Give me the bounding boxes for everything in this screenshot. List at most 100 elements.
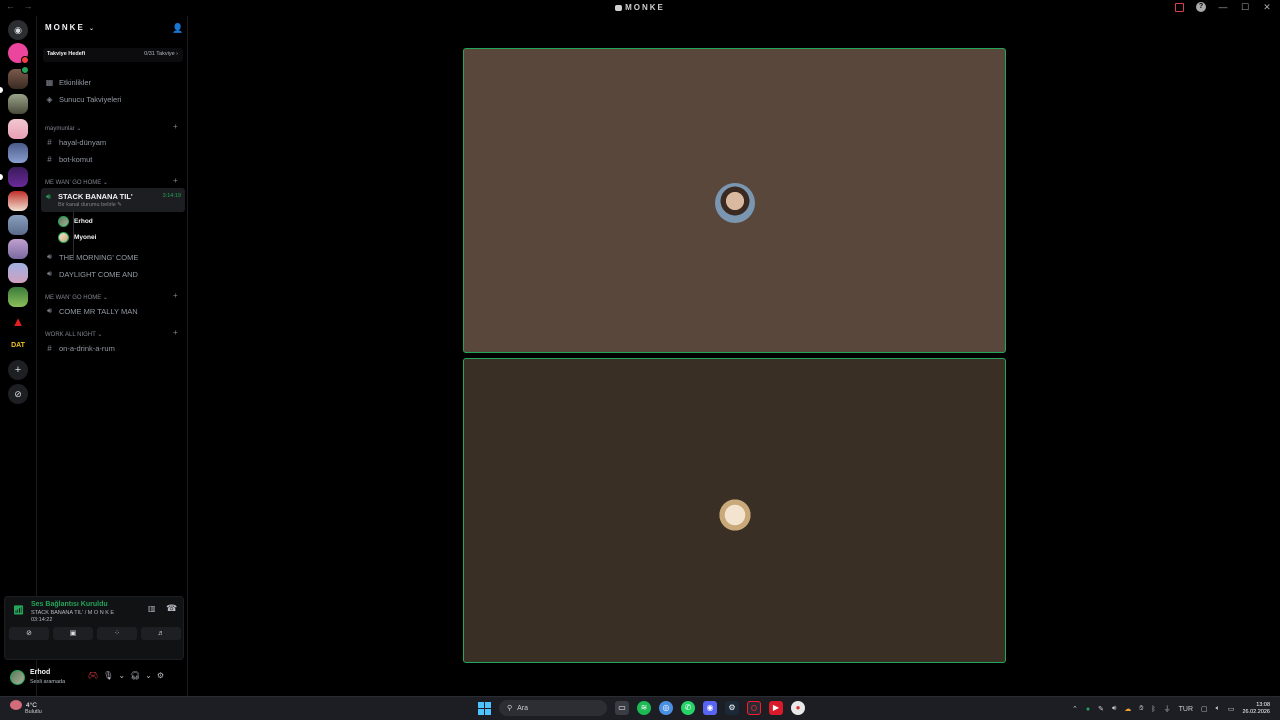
voice-location[interactable]: STACK BANANA TIL' / M O N K E	[31, 610, 114, 616]
volume-icon[interactable]: 🔊︎	[1112, 705, 1116, 713]
inbox-icon[interactable]	[1175, 2, 1184, 12]
chrome-icon[interactable]: ●	[791, 701, 805, 715]
server-icon[interactable]	[8, 66, 29, 89]
taskbar-search[interactable]: ⚲ Ara	[499, 700, 607, 716]
task-view-icon[interactable]: ▭	[615, 701, 629, 715]
server-icon[interactable]: ▲	[8, 312, 28, 332]
disconnect-icon[interactable]: ☎	[166, 603, 177, 614]
whatsapp-icon[interactable]: ✆	[681, 701, 695, 715]
gear-icon[interactable]: ⚙	[157, 671, 164, 680]
hashtag-icon: #	[47, 154, 52, 164]
server-icon[interactable]	[8, 119, 28, 139]
bluetooth-icon[interactable]: ᛒ	[1151, 706, 1155, 713]
events-item[interactable]: ▦ Etkinlikler	[45, 75, 91, 89]
server-icon[interactable]	[8, 263, 28, 283]
tray-app-icon[interactable]: ✋︎	[1139, 705, 1143, 713]
app-icon[interactable]: ▶	[769, 701, 783, 715]
category-maymunlar[interactable]: maymunlar ⌄	[45, 125, 81, 132]
server-icon[interactable]: DAT	[8, 336, 28, 356]
clock[interactable]: 13:08 26.02.2026	[1242, 702, 1270, 716]
network-icon[interactable]: ▢	[1201, 705, 1208, 713]
os-taskbar: 4°C Bulutlu ⚲ Ara ▭ ≋ ◎ ✆ ◉ ⚙ O ▶ ● ⌃ ● ✎…	[0, 696, 1280, 720]
cloud-icon[interactable]: ☁	[1124, 705, 1131, 713]
server-icon[interactable]	[8, 215, 28, 235]
add-channel-icon[interactable]: +	[173, 176, 178, 185]
window-title: MONKE	[0, 3, 1280, 12]
add-member-icon[interactable]: 👤	[172, 23, 183, 33]
speaker-icon: 🔊︎	[46, 306, 53, 315]
server-icon[interactable]	[8, 191, 28, 211]
title-bar: ← → MONKE ? — ☐ ✕	[0, 0, 1280, 16]
chevron-up-icon[interactable]: ⌃	[1072, 705, 1078, 713]
opera-icon[interactable]: O	[747, 701, 761, 715]
category-me-wan-go-home[interactable]: ME WAN' GO HOME ⌄	[45, 179, 108, 186]
voice-connection-panel: 📶︎ Ses Bağlantısı Kuruldu STACK BANANA T…	[4, 596, 184, 660]
video-tile-myonei[interactable]	[463, 358, 1006, 663]
add-server-icon[interactable]: +	[8, 360, 28, 380]
category-work-all-night[interactable]: WORK ALL NIGHT ⌄	[45, 331, 102, 338]
voice-channel[interactable]: 🔊︎ DAYLIGHT COME AND	[45, 267, 138, 281]
server-boosts-item[interactable]: ◈ Sunucu Takviyeleri	[45, 92, 121, 106]
voice-channel[interactable]: 🔊︎ COME MR TALLY MAN	[45, 304, 138, 318]
weather-widget[interactable]: 4°C Bulutlu	[10, 700, 42, 715]
voice-user[interactable]: Erhod	[58, 214, 93, 228]
category-me-wan-go-home[interactable]: ME WAN' GO HOME ⌄	[45, 294, 108, 301]
discover-icon[interactable]: ⊘	[8, 384, 28, 404]
server-boosts-label: Sunucu Takviyeleri	[59, 94, 122, 104]
camera-off-button[interactable]: ⊘	[9, 627, 49, 640]
add-channel-icon[interactable]: +	[173, 122, 178, 131]
tray-app-icon[interactable]: ●	[1086, 706, 1090, 713]
add-channel-icon[interactable]: +	[173, 291, 178, 300]
text-channel[interactable]: # hayal-dünyam	[45, 135, 106, 149]
discord-icon[interactable]: ◉	[703, 701, 717, 715]
voice-user[interactable]: Myonei	[58, 230, 96, 244]
chevron-down-icon[interactable]: ⌄	[118, 671, 125, 680]
help-icon[interactable]: ?	[1196, 2, 1206, 12]
add-channel-icon[interactable]: +	[173, 328, 178, 337]
steam-icon[interactable]: ⚙	[725, 701, 739, 715]
screen-share-button[interactable]: ▣	[53, 627, 93, 640]
text-channel[interactable]: # on-a-drink-a-rum	[45, 341, 115, 355]
voice-connected-label[interactable]: Ses Bağlantısı Kuruldu	[31, 601, 108, 608]
server-icon[interactable]	[8, 143, 28, 163]
video-tile-erhod[interactable]	[463, 48, 1006, 353]
usb-icon[interactable]: ⏚	[1164, 704, 1171, 714]
server-name: MONKE	[45, 23, 85, 32]
user-name[interactable]: Erhod	[30, 669, 50, 676]
server-icon[interactable]	[8, 167, 28, 187]
voice-channel[interactable]: 🔊︎ THE MORNING' COME	[45, 250, 138, 264]
chevron-down-icon[interactable]: ⌄	[145, 671, 152, 680]
server-icon[interactable]	[8, 239, 28, 259]
weather-icon	[10, 700, 22, 710]
signal-icon[interactable]: 📶︎	[13, 605, 24, 616]
minimize-icon[interactable]: —	[1218, 2, 1228, 12]
text-channel[interactable]: # bot-komut	[45, 152, 92, 166]
pen-icon[interactable]: ✎	[1098, 705, 1104, 713]
microphone-icon[interactable]: 🎙︎	[103, 671, 113, 680]
windows-start-icon[interactable]	[478, 701, 491, 715]
soundboard-button[interactable]: ♬	[141, 627, 181, 640]
gamepad-icon[interactable]: 🎮︎	[88, 671, 98, 680]
spotify-icon[interactable]: ≋	[637, 701, 651, 715]
server-header[interactable]: MONKE ⌄	[45, 23, 94, 32]
active-voice-channel[interactable]: 🔊︎ STACK BANANA TIL' Bir kanal durumu be…	[41, 188, 185, 212]
server-icon[interactable]	[8, 43, 29, 64]
server-icon[interactable]	[8, 94, 28, 114]
headphones-icon[interactable]: 🎧︎	[130, 671, 140, 680]
home-discord-icon[interactable]: ◉	[8, 20, 28, 40]
server-icon[interactable]	[8, 287, 28, 307]
call-area	[189, 16, 1280, 696]
browser-icon[interactable]: ◎	[659, 701, 673, 715]
channel-status[interactable]: Bir kanal durumu belirle ✎	[58, 202, 122, 208]
boost-goal-bar[interactable]: Takviye Hedefi 0/31 Takviye ›	[43, 48, 183, 62]
language-indicator[interactable]: TUR	[1179, 706, 1193, 713]
noise-suppression-icon[interactable]: ▥	[148, 604, 156, 613]
maximize-icon[interactable]: ☐	[1240, 2, 1250, 12]
close-icon[interactable]: ✕	[1262, 2, 1272, 12]
avatar[interactable]	[10, 670, 25, 685]
battery-icon[interactable]: ▭	[1228, 705, 1235, 713]
activities-button[interactable]: ⁘	[97, 627, 137, 640]
speaker-icon[interactable]: 🔈︎	[1216, 705, 1220, 713]
notification-badge	[21, 66, 29, 74]
user-status: Sesli aramada	[30, 679, 66, 685]
